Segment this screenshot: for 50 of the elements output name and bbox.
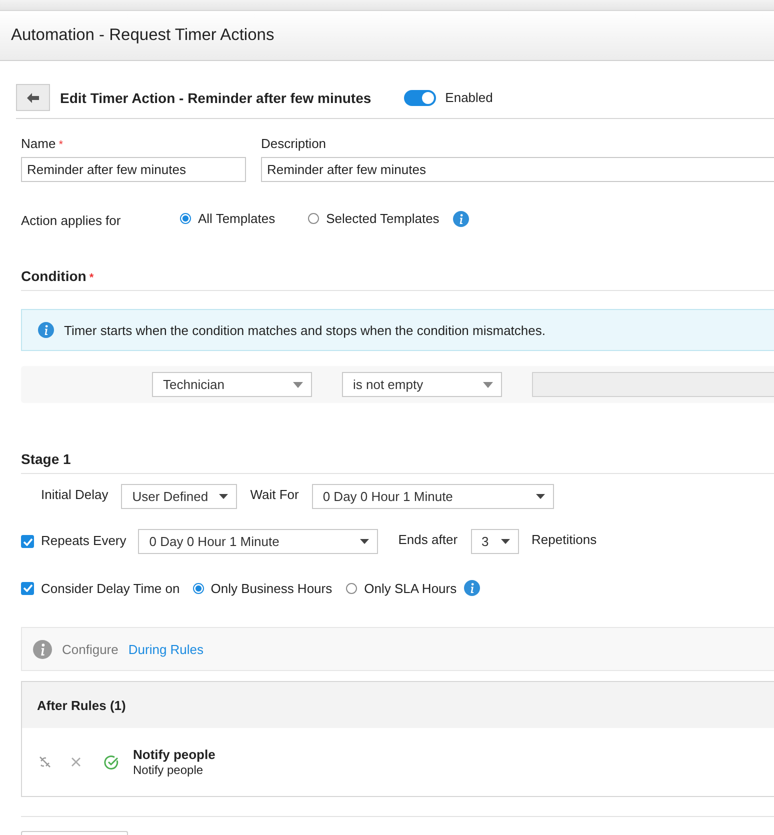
rule-title: Notify people: [133, 747, 216, 762]
repetitions-dropdown[interactable]: 3: [470, 529, 519, 554]
info-text: Timer starts when the condition matches and stops when the condition mismatches.: [64, 322, 546, 338]
field-label: Repetitions: [532, 532, 597, 547]
repeat-interval-dropdown[interactable]: 0 Day 0 Hour 1 Minute: [138, 529, 378, 554]
info-icon: [38, 322, 54, 338]
back-button[interactable]: [16, 84, 50, 111]
toggle-label: Enabled: [445, 90, 493, 105]
field-dropdown[interactable]: Technician: [152, 372, 312, 397]
checkbox[interactable]: [21, 535, 34, 548]
caret-icon: [500, 539, 510, 544]
field-label: Action applies for: [21, 213, 122, 228]
caret-icon: [536, 494, 545, 499]
check-circle-icon[interactable]: [104, 754, 119, 770]
checkbox-label: Consider Delay Time on: [41, 580, 180, 596]
name-field[interactable]: Reminder after few minutes: [21, 157, 246, 182]
page-title: Automation - Request Timer Actions: [11, 26, 274, 45]
caret-icon: [219, 494, 228, 499]
enabled-toggle[interactable]: [404, 90, 436, 106]
delay-type-dropdown[interactable]: User Defined: [121, 484, 238, 509]
value-field[interactable]: [532, 372, 774, 397]
field-label: Ends after: [398, 532, 458, 547]
back-arrow-icon: [27, 92, 39, 102]
radio-option[interactable]: Only Business Hours: [192, 580, 332, 596]
section-title: Condition *: [21, 268, 774, 291]
info-icon: [453, 210, 470, 226]
close-icon[interactable]: [71, 757, 81, 767]
radio-option[interactable]: All Templates: [180, 211, 276, 226]
panel-title: After Rules (1): [37, 698, 126, 712]
rule-description: Notify people: [133, 763, 204, 777]
checkbox[interactable]: [21, 582, 34, 594]
caret-icon: [483, 382, 493, 388]
unlink-icon[interactable]: [39, 756, 51, 768]
info-icon: [33, 640, 52, 658]
caret-icon: [293, 382, 303, 388]
radio-option[interactable]: Selected Templates: [308, 211, 440, 226]
field-label: Initial Delay: [41, 486, 108, 502]
section-title: Stage 1: [21, 451, 774, 474]
radio-option[interactable]: Only SLA Hours: [346, 580, 457, 596]
caret-icon: [360, 539, 370, 544]
description-field[interactable]: Reminder after few minutes: [261, 157, 774, 182]
editor-title: Edit Timer Action - Reminder after few minutes: [60, 90, 372, 106]
configure-label: Configure: [62, 642, 118, 656]
field-label: Wait For: [250, 486, 299, 502]
field-label: Name *: [21, 136, 64, 151]
info-icon: [464, 580, 480, 596]
wait-for-dropdown[interactable]: 0 Day 0 Hour 1 Minute: [312, 484, 554, 509]
checkbox-label: Repeats Every: [41, 532, 126, 548]
operator-dropdown[interactable]: is not empty: [342, 372, 502, 397]
field-label: Description: [261, 136, 328, 151]
